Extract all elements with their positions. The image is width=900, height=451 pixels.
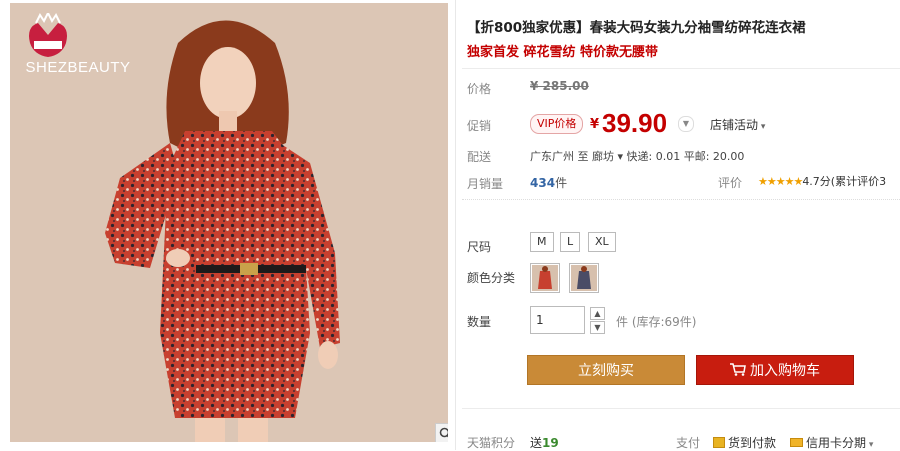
credit-card-icon bbox=[790, 438, 803, 447]
vip-badge: VIP价格 bbox=[530, 114, 584, 134]
vip-price: 39.90 bbox=[602, 108, 668, 138]
product-subtitle: 独家首发 碎花雪纺 特价款无腰带 bbox=[467, 45, 659, 60]
brand-crown-icon bbox=[29, 13, 67, 57]
cod-option[interactable]: 货到付款 bbox=[713, 434, 776, 451]
brand-logo-text: SHEZBEAUTY bbox=[25, 59, 131, 76]
add-to-cart-button[interactable]: 加入购物车 bbox=[696, 355, 854, 385]
color-swatch-navy[interactable] bbox=[569, 263, 599, 293]
shopping-cart-icon bbox=[730, 363, 746, 376]
quantity-label: 数量 bbox=[467, 315, 492, 329]
shipping-info[interactable]: 广东广州 至 廊坊 ▾ 快递: 0.01 平邮: 20.00 bbox=[530, 148, 744, 164]
size-option-m[interactable]: M bbox=[530, 232, 554, 252]
divider bbox=[455, 0, 456, 450]
rating-label: 评价 bbox=[718, 176, 743, 190]
monthly-sales: 434件 bbox=[530, 176, 568, 190]
star-icon: ★★★★★ bbox=[758, 175, 803, 188]
magnifier-icon[interactable] bbox=[435, 423, 448, 442]
currency-symbol: ¥ bbox=[590, 117, 600, 132]
stock-info: 件 (库存:69件) bbox=[616, 315, 697, 329]
quantity-input[interactable] bbox=[530, 306, 585, 334]
chevron-down-icon[interactable]: ▼ bbox=[678, 116, 694, 132]
points-value: 送19 bbox=[530, 436, 559, 450]
brand-logo: SHEZBEAUTY bbox=[18, 13, 138, 76]
store-activity-dropdown[interactable]: 店铺活动 ▾ bbox=[710, 116, 765, 133]
points-label: 天猫积分 bbox=[467, 436, 516, 450]
quantity-decrease-button[interactable]: ▼ bbox=[590, 321, 605, 334]
monthly-sales-label: 月销量 bbox=[467, 177, 504, 191]
divider bbox=[462, 199, 900, 200]
color-swatch-red[interactable] bbox=[530, 263, 560, 293]
color-label: 颜色分类 bbox=[467, 271, 516, 285]
original-price: ¥ 285.00 bbox=[530, 79, 589, 93]
size-label: 尺码 bbox=[467, 240, 492, 254]
buy-now-button[interactable]: 立刻购买 bbox=[527, 355, 685, 385]
rating-stars[interactable]: ★★★★★4.7分(累计评价3 bbox=[758, 173, 886, 189]
shipping-label: 配送 bbox=[467, 150, 492, 164]
quantity-increase-button[interactable]: ▲ bbox=[590, 307, 605, 320]
product-title: 【折800独家优惠】春装大码女装九分袖雪纺碎花连衣裙 bbox=[467, 20, 806, 36]
price-label: 价格 bbox=[467, 82, 492, 96]
payment-label: 支付 bbox=[676, 436, 701, 450]
divider bbox=[462, 68, 900, 69]
product-image[interactable]: SHEZBEAUTY bbox=[10, 3, 448, 442]
size-option-l[interactable]: L bbox=[560, 232, 581, 252]
credit-card-installment-option[interactable]: 信用卡分期 ▾ bbox=[790, 434, 873, 451]
cod-icon bbox=[713, 437, 725, 448]
promo-label: 促销 bbox=[467, 119, 492, 133]
size-option-xl[interactable]: XL bbox=[588, 232, 616, 252]
divider bbox=[462, 408, 900, 409]
